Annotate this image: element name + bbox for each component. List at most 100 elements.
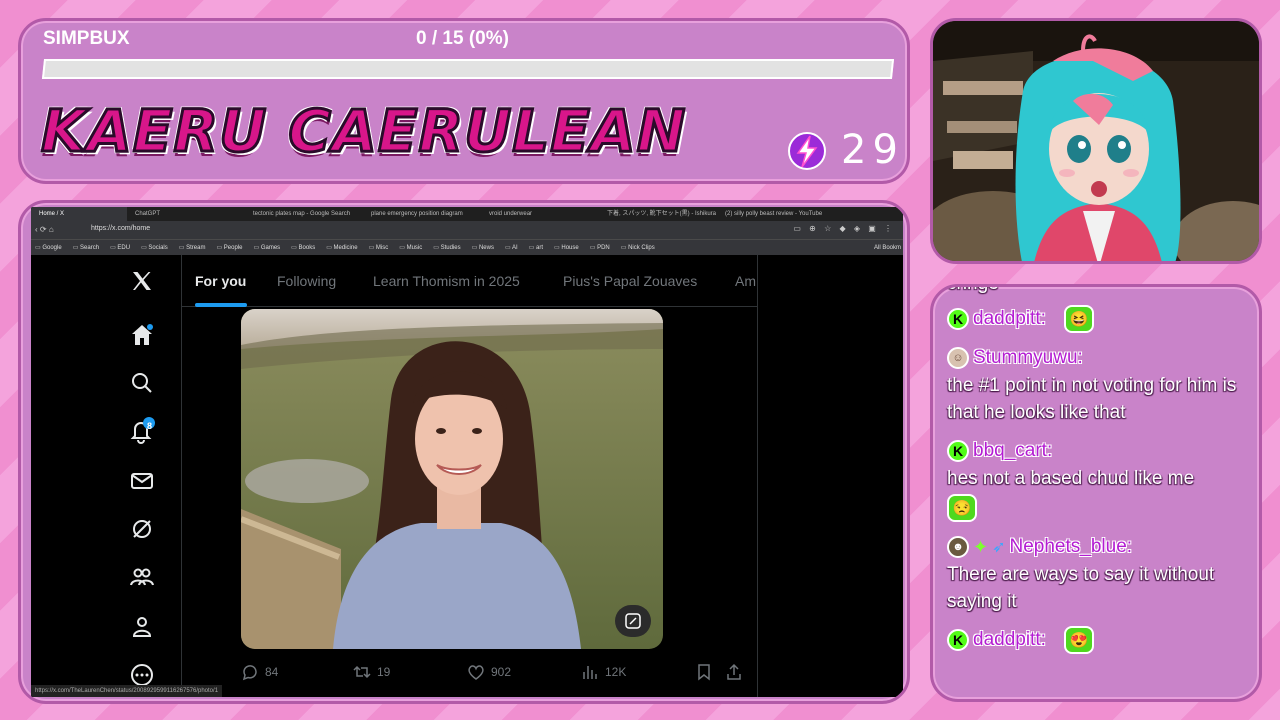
bookmark-folder[interactable]: Books: [291, 240, 316, 255]
bookmark-folder[interactable]: art: [529, 240, 543, 255]
analytics-icon: [583, 666, 597, 679]
kick-badge-icon: K: [947, 308, 969, 330]
chat-message: ☻ ✦ ➶ Nephets_blue: There are ways to sa…: [947, 533, 1249, 615]
divider: [757, 255, 758, 697]
address-bar: ‹ ⟳ ⌂ https://x.com/home ▭ ⊕ ☆ ◆ ◈ ▣ ⋮: [31, 221, 903, 239]
chat-username[interactable]: Nephets_blue:: [1010, 536, 1133, 558]
user-avatar-badge-icon: ☻: [947, 536, 969, 558]
chat-messages: cringe K daddpitt: 😆 ☺ Stummyuwu: the #1…: [947, 287, 1249, 665]
tab-for-you[interactable]: For you: [195, 273, 246, 289]
nav-buttons-icon[interactable]: ‹ ⟳ ⌂: [35, 225, 54, 234]
kick-badge-icon: K: [947, 629, 969, 651]
chat-username[interactable]: daddpitt:: [973, 308, 1046, 330]
bookmark-folder[interactable]: News: [472, 240, 494, 255]
browser-tab[interactable]: vroid underwear: [481, 207, 599, 221]
browser-tab[interactable]: Home / X: [31, 207, 127, 221]
progress-text: 0 / 15 (0%): [416, 28, 509, 49]
reply-button[interactable]: 84: [241, 663, 278, 681]
progress-bar: [41, 59, 895, 79]
profile-icon[interactable]: [121, 613, 163, 641]
chat-username[interactable]: bbq_cart:: [973, 440, 1052, 462]
tab-learn-thomism[interactable]: Learn Thomism in 2025: [373, 273, 520, 289]
browser-tab[interactable]: tectonic plates map - Google Search: [245, 207, 363, 221]
header-panel: SIMPBUX 0 / 15 (0%) KAERU CAERULEAN 29: [18, 18, 910, 184]
lightning-bolt-icon: [787, 131, 827, 171]
bookmark-folder[interactable]: Nick Clips: [621, 240, 655, 255]
share-icon: [727, 663, 741, 680]
link-status-bar: https://x.com/TheLaurenChen/status/20089…: [31, 685, 223, 697]
green-face-emote-icon: 😒: [947, 494, 977, 522]
chat-text: There are ways to say it without saying …: [947, 564, 1215, 612]
progress-bar-fill: [44, 61, 46, 77]
bolt-count: 29: [841, 127, 904, 173]
sparkle-badge-icon: ✦: [973, 536, 989, 557]
communities-icon[interactable]: [121, 563, 163, 591]
all-bookmarks-button[interactable]: All Bookm: [874, 240, 901, 256]
currency-label: SIMPBUX: [43, 28, 130, 49]
tab-truncated[interactable]: Am: [735, 273, 756, 289]
browser-window: Home / X ChatGPT tectonic plates map - G…: [31, 207, 903, 697]
chat-text: hes not a based chud like me: [947, 468, 1195, 489]
browser-tab[interactable]: ChatGPT: [127, 207, 245, 221]
search-icon[interactable]: [121, 369, 163, 397]
home-icon[interactable]: [121, 321, 163, 349]
chat-message: K daddpitt: 😍: [947, 626, 1249, 654]
user-avatar-badge-icon: ☺: [947, 347, 969, 369]
browser-tab[interactable]: 下着, スパッツ, 靴下セット(黒) - Ishikura: [599, 207, 717, 221]
bookmark-folder[interactable]: Google: [35, 240, 61, 255]
bookmark-folder[interactable]: House: [554, 240, 578, 255]
repost-icon: [353, 665, 371, 679]
divider: [181, 255, 182, 697]
bookmark-icon: [698, 664, 710, 681]
share-button[interactable]: [725, 663, 743, 681]
url-field[interactable]: https://x.com/home: [91, 225, 150, 232]
bookmark-folder[interactable]: Search: [73, 240, 99, 255]
bookmark-button[interactable]: [695, 663, 713, 681]
repost-button[interactable]: 19: [353, 663, 390, 681]
webcam-panel: [930, 18, 1262, 264]
chat-text: the #1 point in not voting for him is th…: [947, 375, 1237, 423]
heart-eyes-emote-icon: 😍: [1063, 626, 1094, 654]
bookmark-folder[interactable]: People: [216, 240, 243, 255]
chat-partial-line: cringe: [947, 287, 1249, 295]
x-logo-icon[interactable]: [121, 267, 163, 295]
bookmark-folder[interactable]: Socials: [141, 240, 167, 255]
edit-image-icon[interactable]: [615, 605, 651, 637]
extension-icons[interactable]: ▭ ⊕ ☆ ◆ ◈ ▣ ⋮: [793, 224, 895, 233]
chat-username[interactable]: daddpitt:: [973, 629, 1046, 651]
repost-count: 19: [377, 665, 391, 679]
chat-message: K daddpitt: 😆: [947, 305, 1249, 333]
notification-count-badge: 8: [147, 421, 153, 431]
messages-mail-icon[interactable]: [121, 467, 163, 495]
browser-tab[interactable]: plane emergency position diagram: [363, 207, 481, 221]
bookmark-folder[interactable]: Stream: [179, 240, 205, 255]
feed-tabs: For you Following Learn Thomism in 2025 …: [181, 255, 757, 307]
notifications-bell-icon[interactable]: 8: [121, 417, 163, 445]
browser-tab[interactable]: (2) silly polly beast review - YouTube: [717, 207, 847, 221]
green-face-emote-icon: 😆: [1063, 305, 1094, 333]
reply-icon: [242, 665, 257, 681]
bookmark-folder[interactable]: Music: [399, 240, 423, 255]
bookmark-folder[interactable]: PDN: [590, 240, 610, 255]
active-tab-underline: [195, 303, 247, 307]
x-sidebar: 8: [121, 255, 163, 697]
views-button[interactable]: 12K: [581, 663, 626, 681]
chat-message: ☺ Stummyuwu: the #1 point in not voting …: [947, 344, 1249, 426]
tab-following[interactable]: Following: [277, 273, 336, 289]
like-count: 902: [491, 665, 512, 679]
tab-papal-zouaves[interactable]: Pius's Papal Zouaves: [563, 273, 697, 289]
vtuber-avatar: [933, 21, 1259, 261]
chat-message: K bbq_cart: hes not a based chud like me…: [947, 437, 1249, 522]
bookmark-folder[interactable]: Misc: [369, 240, 388, 255]
bookmark-folder[interactable]: Medicine: [326, 240, 358, 255]
chat-panel: cringe K daddpitt: 😆 ☺ Stummyuwu: the #1…: [930, 284, 1262, 702]
bookmark-folder[interactable]: EDU: [110, 240, 130, 255]
bookmark-folder[interactable]: Studies: [433, 240, 461, 255]
like-button[interactable]: 902: [467, 663, 511, 681]
bookmark-folder[interactable]: Games: [253, 240, 280, 255]
post-photo[interactable]: [241, 309, 663, 649]
chat-username[interactable]: Stummyuwu:: [973, 347, 1083, 369]
grok-icon[interactable]: [121, 515, 163, 543]
bookmark-folder[interactable]: AI: [505, 240, 518, 255]
streamer-name-title: KAERU CAERULEAN: [39, 96, 687, 167]
